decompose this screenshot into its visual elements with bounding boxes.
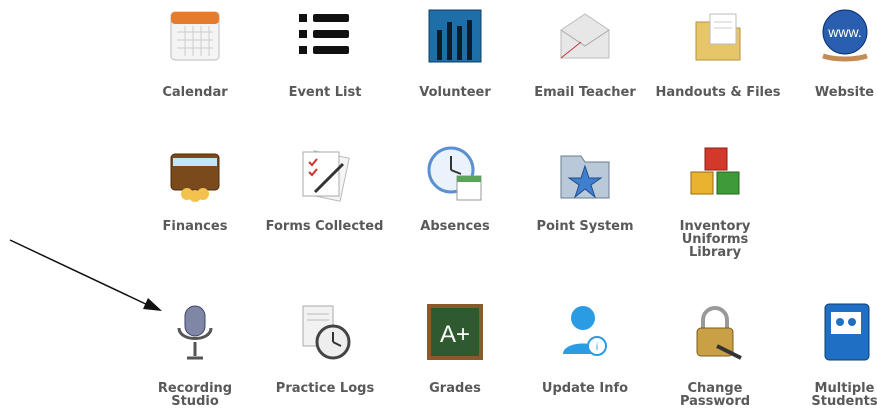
tile-volunteer[interactable]: Volunteer xyxy=(400,4,510,104)
tile-label: Event List xyxy=(288,85,362,100)
globe-www-icon: www. xyxy=(813,4,877,68)
folder-files-icon xyxy=(686,4,750,68)
tile-label: Update Info xyxy=(541,381,629,396)
tile-label: Point System xyxy=(536,219,634,234)
stopwatch-document-icon xyxy=(293,300,357,364)
tile-label: Recording Studio xyxy=(157,381,233,409)
list-icon xyxy=(293,4,357,68)
star-folder-icon xyxy=(553,142,617,206)
tile-handouts-files[interactable]: Handouts & Files xyxy=(648,4,788,104)
tile-grades[interactable]: A+ Grades xyxy=(400,300,510,409)
tile-label: Calendar xyxy=(162,85,228,100)
tile-email-teacher[interactable]: Email Teacher xyxy=(530,4,640,104)
group-book-icon xyxy=(813,300,877,364)
boxes-icon xyxy=(683,142,747,206)
tile-label: Multiple Students xyxy=(811,381,877,409)
tile-forms-collected[interactable]: Forms Collected xyxy=(262,142,387,242)
calendar-icon xyxy=(163,4,227,68)
tile-label: Forms Collected xyxy=(265,219,384,234)
checklist-forms-icon xyxy=(293,142,357,206)
tile-event-list[interactable]: Event List xyxy=(270,4,380,104)
user-info-icon: i xyxy=(553,300,617,364)
tile-recording-studio[interactable]: Recording Studio xyxy=(140,300,250,409)
tile-update-info[interactable]: i Update Info xyxy=(530,300,640,409)
raised-hands-icon xyxy=(423,4,487,68)
tile-label: Inventory Uniforms Library xyxy=(679,219,751,260)
tile-label: Absences xyxy=(420,219,490,234)
tile-point-system[interactable]: Point System xyxy=(530,142,640,242)
tile-label: Grades xyxy=(429,381,481,396)
clock-calendar-icon xyxy=(423,142,487,206)
svg-text:i: i xyxy=(596,342,598,353)
tile-label: Website xyxy=(814,85,875,100)
tile-finances[interactable]: Finances xyxy=(140,142,250,242)
tile-change-password[interactable]: Change Password xyxy=(660,300,770,409)
padlock-key-icon xyxy=(683,300,747,364)
tile-absences[interactable]: Absences xyxy=(400,142,510,242)
tile-label: Email Teacher xyxy=(534,85,636,100)
envelope-icon xyxy=(553,4,617,68)
chalkboard-a-plus-icon: A+ xyxy=(423,300,487,364)
tile-label: Handouts & Files xyxy=(655,85,781,100)
svg-text:A+: A+ xyxy=(440,321,470,348)
microphone-icon xyxy=(163,300,227,364)
wallet-icon xyxy=(163,142,227,206)
tile-inventory-uniforms-library[interactable]: Inventory Uniforms Library xyxy=(660,142,770,267)
tile-practice-logs[interactable]: Practice Logs xyxy=(270,300,380,409)
tile-label: Change Password xyxy=(679,381,751,409)
svg-text:www.: www. xyxy=(827,24,861,40)
tile-label: Finances xyxy=(162,219,228,234)
tile-website[interactable]: www. Website xyxy=(797,4,877,104)
tile-label: Practice Logs xyxy=(275,381,375,396)
tile-multiple-students[interactable]: Multiple Students xyxy=(797,300,877,409)
tile-calendar[interactable]: Calendar xyxy=(140,4,250,104)
tile-label: Volunteer xyxy=(419,85,491,100)
